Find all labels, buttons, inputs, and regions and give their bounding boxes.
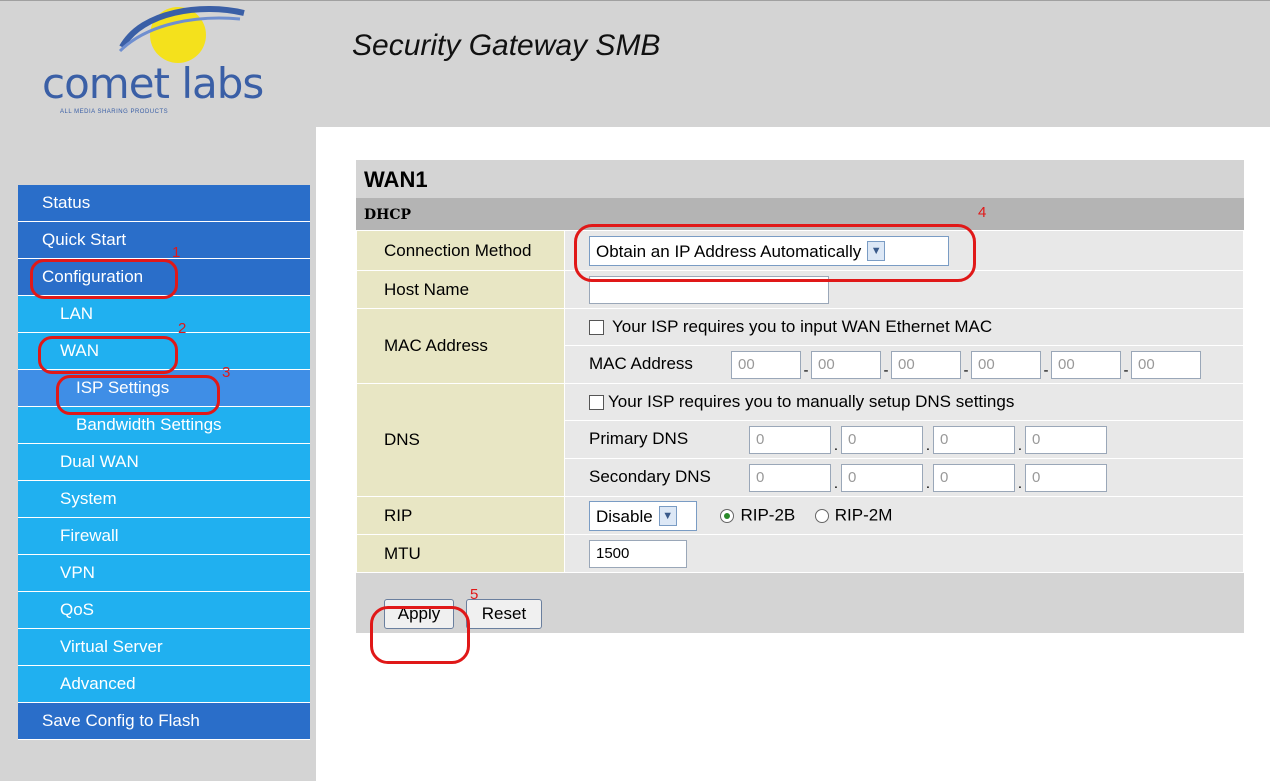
annotation-ring-isp-settings bbox=[56, 375, 220, 415]
rip-select-value: Disable bbox=[596, 506, 653, 526]
dns-separator: . bbox=[833, 436, 839, 454]
sidebar-item-status[interactable]: Status bbox=[18, 185, 310, 222]
sidebar-item-system[interactable]: System bbox=[18, 481, 310, 518]
dns-separator: . bbox=[925, 474, 931, 492]
sidebar-item-label: Save Config to Flash bbox=[42, 711, 200, 730]
logo-text: comet labs bbox=[42, 59, 264, 108]
mac-separator: - bbox=[1043, 361, 1049, 379]
annotation-number: 5 bbox=[470, 586, 479, 603]
sidebar-item-label: Advanced bbox=[60, 674, 136, 693]
mac-octet-input[interactable]: 00 bbox=[1131, 350, 1201, 379]
dns-separator: . bbox=[1017, 436, 1023, 454]
mac-octet-input[interactable]: 00 bbox=[811, 350, 881, 379]
dns-checkbox[interactable] bbox=[589, 395, 604, 411]
secondary-dns-input[interactable]: 0 bbox=[933, 463, 1015, 492]
dns-separator: . bbox=[1017, 474, 1023, 492]
rip-select[interactable]: Disable ▼ bbox=[589, 500, 697, 531]
logo: comet labs ALL MEDIA SHARING PRODUCTS bbox=[30, 1, 280, 121]
sidebar-item-lan[interactable]: LAN bbox=[18, 296, 310, 333]
mac-checkbox-cell: Your ISP requires you to input WAN Ether… bbox=[564, 308, 1244, 346]
dns-separator: . bbox=[833, 474, 839, 492]
mac-separator: - bbox=[963, 361, 969, 379]
sidebar-item-quick-start[interactable]: Quick Start bbox=[18, 222, 310, 259]
primary-dns-label: Primary DNS bbox=[589, 428, 689, 448]
sidebar-item-advanced[interactable]: Advanced bbox=[18, 666, 310, 703]
secondary-dns-label: Secondary DNS bbox=[589, 466, 711, 486]
annotation-ring-wan bbox=[38, 336, 178, 374]
mtu-label: MTU bbox=[356, 534, 565, 573]
primary-dns-input[interactable]: 0 bbox=[1025, 425, 1107, 454]
primary-dns-input[interactable]: 0 bbox=[841, 425, 923, 454]
secondary-dns-input[interactable]: 0 bbox=[749, 463, 831, 492]
annotation-number: 1 bbox=[172, 244, 181, 261]
sidebar-item-label: Status bbox=[42, 193, 91, 212]
host-name-label: Host Name bbox=[356, 270, 565, 309]
mac-octet-input[interactable]: 00 bbox=[731, 350, 801, 379]
primary-dns-input[interactable]: 0 bbox=[933, 425, 1015, 454]
mtu-input[interactable]: 1500 bbox=[589, 539, 687, 568]
sidebar-item-label: Firewall bbox=[60, 526, 119, 545]
table-row: MAC Address Your ISP requires you to inp… bbox=[356, 308, 1244, 384]
sidebar-item-label: VPN bbox=[60, 563, 95, 582]
section-title: WAN1 bbox=[356, 160, 1244, 198]
sidebar-item-label: Virtual Server bbox=[60, 637, 163, 656]
dns-checkbox-text: Your ISP requires you to manually setup … bbox=[608, 392, 1015, 411]
table-row: RIP Disable ▼ RIP-2B RIP-2M bbox=[356, 496, 1244, 535]
sidebar-item-label: Bandwidth Settings bbox=[76, 415, 222, 434]
mac-checkbox-text: Your ISP requires you to input WAN Ether… bbox=[612, 317, 993, 336]
rip-2m-label: RIP-2M bbox=[834, 504, 893, 524]
sidebar-item-label: System bbox=[60, 489, 117, 508]
rip-label: RIP bbox=[356, 496, 565, 535]
logo-swoosh-icon bbox=[118, 6, 245, 63]
annotation-ring-apply bbox=[370, 606, 470, 664]
mac-checkbox[interactable] bbox=[589, 320, 604, 336]
reset-button[interactable]: Reset bbox=[466, 599, 542, 629]
sidebar-item-label: QoS bbox=[60, 600, 95, 619]
secondary-dns-input[interactable]: 0 bbox=[1025, 463, 1107, 492]
mtu-cell: 1500 bbox=[564, 534, 1244, 573]
mac-separator: - bbox=[1123, 361, 1129, 379]
rip-2m-radio[interactable] bbox=[814, 508, 829, 523]
header-bar: comet labs ALL MEDIA SHARING PRODUCTS Se… bbox=[0, 0, 1270, 127]
sidebar-item-dual-wan[interactable]: Dual WAN bbox=[18, 444, 310, 481]
annotation-number: 3 bbox=[222, 364, 231, 381]
mac-fields-cell: MAC Address 00-00-00-00-00-00 bbox=[564, 345, 1244, 384]
secondary-dns-input[interactable]: 0 bbox=[841, 463, 923, 492]
dns-separator: . bbox=[925, 436, 931, 454]
sidebar-item-firewall[interactable]: Firewall bbox=[18, 518, 310, 555]
rip-cell: Disable ▼ RIP-2B RIP-2M bbox=[564, 496, 1244, 535]
sidebar-item-label: Quick Start bbox=[42, 230, 127, 249]
dns-label: DNS bbox=[356, 383, 565, 497]
rip-2b-radio[interactable] bbox=[720, 508, 735, 523]
page-title: Security Gateway SMB bbox=[352, 29, 661, 62]
table-row: DNS Your ISP requires you to manually se… bbox=[356, 383, 1244, 497]
mac-octet-input[interactable]: 00 bbox=[971, 350, 1041, 379]
mac-octet-input[interactable]: 00 bbox=[891, 350, 961, 379]
sidebar-item-label: Dual WAN bbox=[60, 452, 139, 471]
chevron-down-icon[interactable]: ▼ bbox=[658, 505, 677, 526]
secondary-dns-cell: Secondary DNS 0. 0. 0. 0 bbox=[564, 458, 1244, 497]
button-row: Apply Reset bbox=[356, 573, 1244, 633]
annotation-ring-connection-method bbox=[574, 224, 976, 282]
primary-dns-cell: Primary DNS 0. 0. 0. 0 bbox=[564, 420, 1244, 459]
mac-field-label: MAC Address bbox=[589, 353, 693, 373]
dns-checkbox-cell: Your ISP requires you to manually setup … bbox=[564, 383, 1244, 421]
connection-method-label: Connection Method bbox=[356, 230, 565, 271]
mac-address-label: MAC Address bbox=[356, 308, 565, 384]
mac-separator: - bbox=[883, 361, 889, 379]
logo-tagline: ALL MEDIA SHARING PRODUCTS bbox=[60, 109, 169, 115]
annotation-ring-configuration bbox=[30, 259, 178, 299]
table-row: MTU 1500 bbox=[356, 534, 1244, 573]
annotation-number: 4 bbox=[978, 204, 987, 221]
sidebar-item-vpn[interactable]: VPN bbox=[18, 555, 310, 592]
mac-octet-input[interactable]: 00 bbox=[1051, 350, 1121, 379]
rip-2b-label: RIP-2B bbox=[740, 504, 796, 524]
sidebar-item-label: LAN bbox=[60, 304, 94, 323]
sidebar-item-virtual-server[interactable]: Virtual Server bbox=[18, 629, 310, 666]
primary-dns-input[interactable]: 0 bbox=[749, 425, 831, 454]
sidebar-item-qos[interactable]: QoS bbox=[18, 592, 310, 629]
annotation-number: 2 bbox=[178, 320, 187, 337]
sidebar-item-save-config[interactable]: Save Config to Flash bbox=[18, 703, 310, 740]
mac-separator: - bbox=[803, 361, 809, 379]
